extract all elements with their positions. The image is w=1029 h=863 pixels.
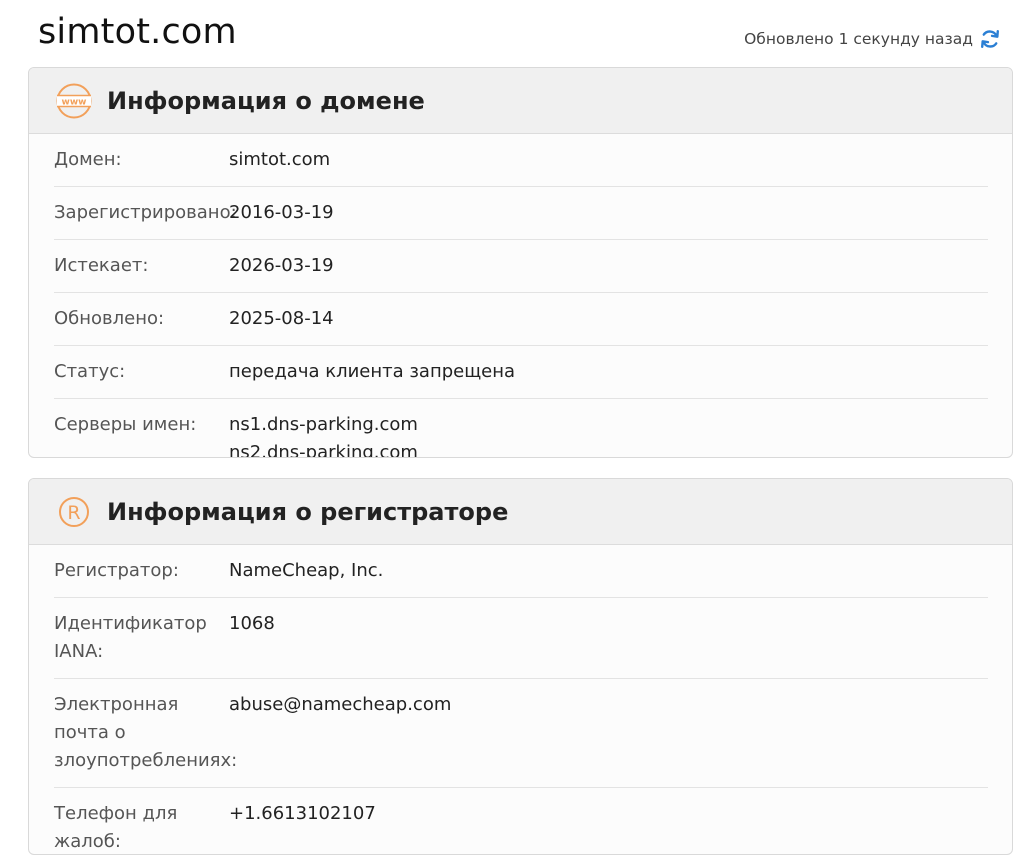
row-label: Электронная почта о злоупотреблениях: [54,694,238,771]
row-value: 1068 [229,613,275,634]
nameservers-row: Серверы имен: ns1.dns-parking.com ns2.dn… [54,399,988,458]
abuse-email-row: Электронная почта о злоупотреблениях: ab… [54,679,988,788]
registered-icon: R [55,493,93,531]
status-row: Статус: передача клиента запрещена [54,346,988,399]
svg-text:R: R [67,502,80,524]
registrar-info-card: R Информация о регистраторе Регистратор:… [28,478,1013,855]
row-value: ns1.dns-parking.com ns2.dns-parking.com [229,411,988,458]
row-value: NameCheap, Inc. [229,560,384,581]
row-value: передача клиента запрещена [229,361,516,382]
updated-status: Обновлено 1 секунду назад [744,28,1001,50]
row-label: Идентификатор IANA: [54,613,207,662]
updated-text: Обновлено 1 секунду назад [744,30,973,48]
row-value: +1.6613102107 [229,803,376,824]
refresh-icon[interactable] [979,28,1001,50]
row-label: Зарегистрировано: [54,202,237,223]
www-icon: www [55,82,93,120]
row-label: Регистратор: [54,560,179,581]
domain-row: Домен: simtot.com [54,134,988,187]
updated-row: Обновлено: 2025-08-14 [54,293,988,346]
row-label: Телефон для жалоб: [54,803,178,852]
row-label: Обновлено: [54,308,165,329]
svg-text:www: www [62,97,87,107]
row-value: simtot.com [229,149,331,170]
nameserver-value: ns1.dns-parking.com [229,414,418,435]
row-value: abuse@namecheap.com [229,694,452,715]
registrar-info-title: Информация о регистраторе [107,497,509,526]
nameserver-value: ns2.dns-parking.com [229,442,418,458]
domain-info-header: www Информация о домене [29,68,1012,134]
row-value: 2025-08-14 [229,308,334,329]
abuse-phone-row: Телефон для жалоб: +1.6613102107 [54,788,988,854]
iana-id-row: Идентификатор IANA: 1068 [54,598,988,679]
row-value: 2026-03-19 [229,255,334,276]
domain-info-card: www Информация о домене Домен: simtot.co… [28,67,1013,458]
row-label: Домен: [54,149,122,170]
row-label: Серверы имен: [54,414,197,435]
row-label: Статус: [54,361,126,382]
registrar-row: Регистратор: NameCheap, Inc. [54,545,988,598]
domain-info-list: Домен: simtot.com Зарегистрировано: 2016… [29,134,1012,458]
registrar-info-header: R Информация о регистраторе [29,479,1012,545]
row-label: Истекает: [54,255,149,276]
top-bar: simtot.com Обновлено 1 секунду назад [0,0,1029,68]
page-title: simtot.com [38,12,237,52]
registrar-info-list: Регистратор: NameCheap, Inc. Идентификат… [29,545,1012,854]
row-value: 2016-03-19 [229,202,334,223]
domain-info-title: Информация о домене [107,86,425,115]
expires-row: Истекает: 2026-03-19 [54,240,988,293]
registered-row: Зарегистрировано: 2016-03-19 [54,187,988,240]
